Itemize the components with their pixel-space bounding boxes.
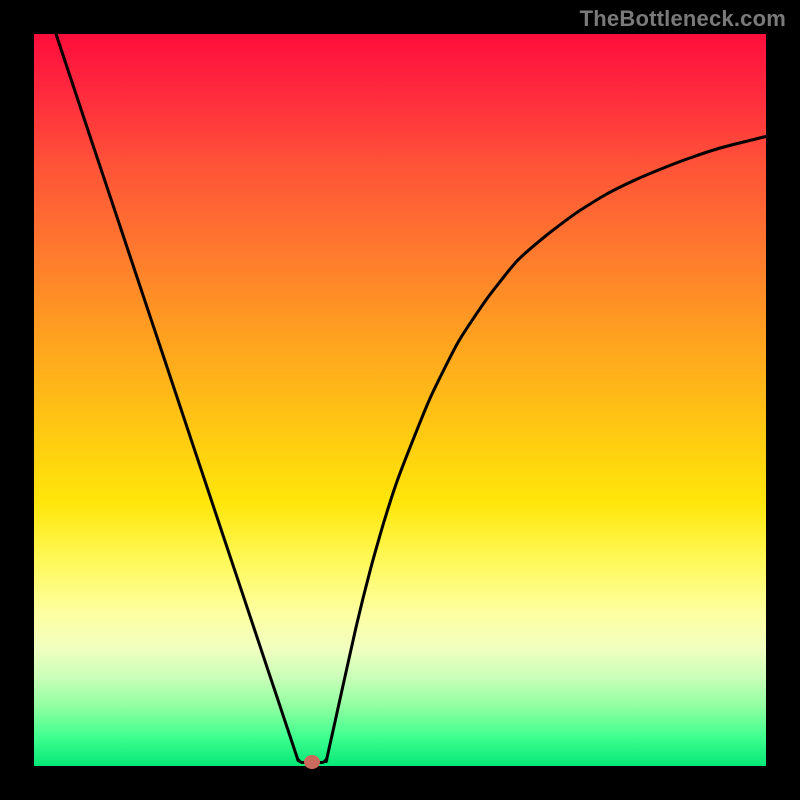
plot-area: [34, 34, 766, 766]
bottleneck-curve: [56, 34, 766, 762]
minimum-marker: [304, 755, 320, 769]
chart-frame: TheBottleneck.com: [0, 0, 800, 800]
curve-svg: [34, 34, 766, 766]
watermark-text: TheBottleneck.com: [580, 6, 786, 32]
